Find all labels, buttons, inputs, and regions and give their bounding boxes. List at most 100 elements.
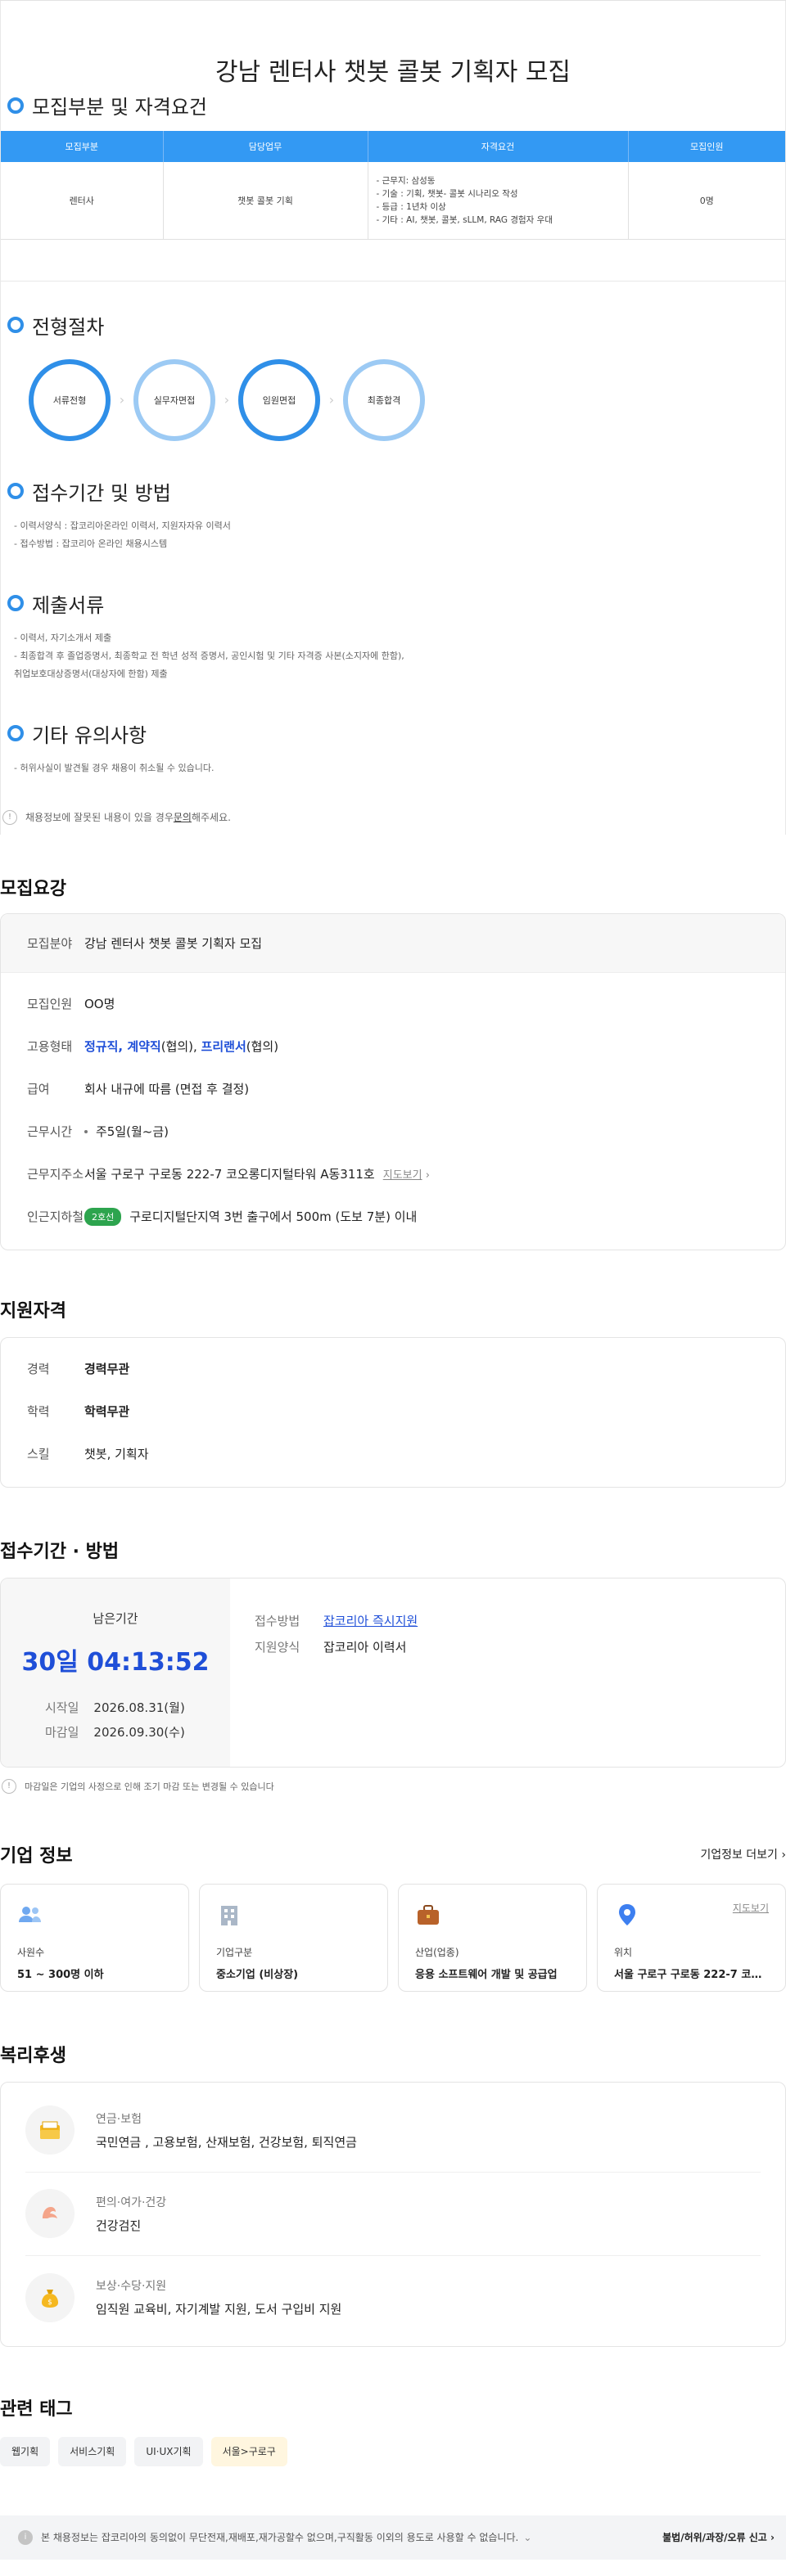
- form-value: 잡코리아 이력서: [323, 1639, 407, 1655]
- chevron-right-icon: ›: [781, 1848, 786, 1862]
- table-header: 담당업무: [163, 131, 368, 162]
- section-apply-heading: 접수기간 및 방법: [1, 477, 785, 506]
- card-label: 기업구분: [216, 1946, 253, 1958]
- card-value: 중소기업 (비상장): [216, 1968, 299, 1981]
- copyright-text: 본 채용정보는 잡코리아의 동의없이 무단전재,재배포,재가공할수 없으며,구직…: [41, 2532, 519, 2543]
- company-heading: 기업 정보: [0, 1845, 73, 1867]
- section-ring-icon: [7, 317, 24, 333]
- qualifications-heading: 지원자격: [0, 1300, 66, 1322]
- section-ring-icon: [7, 483, 24, 499]
- apply-method-panel: 접수방법 잡코리아 즉시지원 지원양식 잡코리아 이력서: [230, 1578, 418, 1767]
- chevron-right-icon: ›: [328, 392, 335, 408]
- employment-note: (협의): [246, 1039, 279, 1054]
- map-link[interactable]: 지도보기 ›: [383, 1166, 430, 1182]
- company-card-location: 지도보기 위치 서울 구로구 구로동 222-7 코오롱디지털타워: [597, 1883, 786, 1992]
- benefit-desc: 건강검진: [96, 2218, 142, 2233]
- benefit-title: 보상·수당·지원: [96, 2280, 167, 2293]
- process-step: 최종합격: [343, 358, 425, 441]
- tag-chip[interactable]: 웹기획: [0, 2436, 51, 2466]
- address-value: 서울 구로구 구로동 222-7 코오롱디지털타워 A동311호: [84, 1167, 375, 1182]
- tag-chip[interactable]: 서비스기획: [58, 2436, 127, 2466]
- row-value: 회사 내규에 따름 (면접 후 결정): [84, 1082, 250, 1097]
- copyright-notice[interactable]: i 본 채용정보는 잡코리아의 동의없이 무단전재,재배포,재가공할수 없으며,…: [18, 2529, 531, 2545]
- section-recruit-heading: 모집부분 및 자격요건: [1, 91, 785, 119]
- section-docs-title: 제출서류: [32, 593, 105, 617]
- section-ring-icon: [7, 97, 24, 114]
- row-label: 경력: [27, 1362, 50, 1376]
- row-label: 고용형태: [27, 1039, 73, 1054]
- remaining-time-panel: 남은기간 30일 04:13:52 시작일 2026.08.31(월) 마감일 20…: [1, 1578, 230, 1767]
- summary-hours-row: 근무시간 주5일(월~금): [1, 1110, 785, 1153]
- row-label: 근무시간: [27, 1124, 73, 1139]
- subway-line-badge: 2호선: [84, 1207, 122, 1226]
- row-label: 학력: [27, 1404, 50, 1419]
- row-value: OO명: [84, 997, 115, 1011]
- people-icon: [17, 1903, 172, 1930]
- bullet-line: - 이력서, 자기소개서 제출: [14, 632, 112, 643]
- table-cell-qualifications: - 근무지: 삼성동 - 기술 : 기획, 챗봇- 콜봇 시나리오 작성 - 등…: [368, 162, 629, 240]
- tag-chip[interactable]: 서울>구로구: [210, 2436, 287, 2466]
- row-value: 학력무관: [84, 1404, 130, 1419]
- card-label: 위치: [614, 1946, 633, 1958]
- report-notice: ! 채용정보에 잘못된 내용이 있을 경우 문의 해주세요.: [1, 809, 785, 825]
- company-more-link[interactable]: 기업정보 더보기 ›: [700, 1846, 786, 1862]
- countdown-timer: 30일 04:13:52: [21, 1647, 210, 1677]
- briefcase-icon: [415, 1903, 570, 1930]
- tag-list: 웹기획 서비스기획 UI·UX기획 서울>구로구: [0, 2436, 786, 2466]
- building-icon: [216, 1903, 371, 1930]
- bullet-line: 취업보호대상증명서(대상자에 한함) 제출: [14, 668, 168, 679]
- qualification-career-row: 경력 경력무관: [1, 1348, 785, 1390]
- footer-notice-bar: i 본 채용정보는 잡코리아의 동의없이 무단전재,재배포,재가공할수 없으며,…: [0, 2515, 786, 2560]
- row-label: 모집분야: [27, 935, 73, 951]
- table-header: 자격요건: [368, 131, 629, 162]
- card-value: 서울 구로구 구로동 222-7 코오롱디지털타워: [614, 1968, 769, 1981]
- summary-employment-row: 고용형태 정규직 , 계약직 (협의), 프리랜서 (협의): [1, 1025, 785, 1068]
- employment-type: 정규직: [84, 1039, 119, 1054]
- report-link[interactable]: 불법/허위/과장/오류 신고 ›: [662, 2530, 775, 2544]
- company-card-industry: 산업(업종) 응용 소프트웨어 개발 및 공급업: [398, 1883, 587, 1992]
- period-dates: 시작일 2026.08.31(월) 마감일 2026.09.30(수): [1, 1696, 230, 1745]
- bullet-line: - 이력서양식 : 잡코리아온라인 이력서, 지원자자유 이력서: [14, 520, 231, 531]
- form-label: 지원양식: [255, 1639, 300, 1655]
- quick-apply-link[interactable]: 잡코리아 즉시지원: [323, 1614, 418, 1628]
- process-step: 서류전형: [29, 358, 111, 441]
- employment-type: 프리랜서: [201, 1039, 246, 1054]
- apply-bullets: - 이력서양식 : 잡코리아온라인 이력서, 지원자자유 이력서 - 접수방법 …: [1, 517, 785, 553]
- table-header: 모집인원: [628, 131, 785, 162]
- table-row: 렌터사 챗봇 콜봇 기획 - 근무지: 삼성동 - 기술 : 기획, 챗봇- 콜…: [1, 162, 785, 240]
- info-icon: !: [2, 809, 17, 825]
- bullet-dot: [84, 1129, 88, 1133]
- process-step: 임원면접: [238, 358, 320, 441]
- notice-text: 해주세요.: [191, 812, 231, 823]
- inquiry-link[interactable]: 문의: [174, 810, 192, 824]
- tag-chip[interactable]: UI·UX기획: [134, 2436, 203, 2466]
- company-map-link[interactable]: 지도보기: [733, 1901, 769, 1915]
- subway-value: 구로디지털단지역 3번 출구에서 500m (도보 7분) 이내: [129, 1209, 418, 1224]
- card-value: 응용 소프트웨어 개발 및 공급업: [415, 1968, 558, 1981]
- chevron-right-icon: ›: [224, 392, 230, 408]
- bullet-line: - 허위사실이 발견될 경우 채용이 취소될 수 있습니다.: [14, 762, 215, 773]
- benefit-desc: 국민연금 , 고용보험, 산재보험, 건강보험, 퇴직연금: [96, 2134, 357, 2150]
- svg-text:$: $: [47, 2299, 52, 2307]
- row-label: 근무지주소: [27, 1167, 84, 1182]
- company-header: 기업 정보 기업정보 더보기 ›: [0, 1841, 786, 1867]
- benefit-title: 편의·여가·건강: [96, 2195, 167, 2209]
- info-icon: i: [18, 2529, 33, 2545]
- row-value: 강남 렌터사 챗봇 콜봇 기획자 모집: [84, 935, 263, 951]
- qualification-line: - 등급 : 1년차 이상: [376, 201, 446, 212]
- section-ring-icon: [7, 725, 24, 741]
- chevron-right-icon: ›: [119, 392, 125, 408]
- employment-type: 계약직: [127, 1039, 161, 1054]
- section-recruit-title: 모집부분 및 자격요건: [32, 96, 207, 119]
- card-label: 산업(업종): [415, 1946, 459, 1958]
- benefit-item: $ 보상·수당·지원 임직원 교육비, 자기계발 지원, 도서 구입비 지원: [25, 2256, 761, 2340]
- etc-bullets: - 허위사실이 발견될 경우 채용이 취소될 수 있습니다.: [1, 759, 785, 777]
- period-heading: 접수기간 · 방법: [0, 1541, 120, 1562]
- benefits-heading: 복리후생: [0, 2045, 66, 2066]
- notice-text: 채용정보에 잘못된 내용이 있을 경우: [25, 812, 174, 823]
- posting-title: 강남 렌터사 챗봇 콜봇 기획자 모집: [215, 58, 571, 87]
- bullet-line: - 최종합격 후 졸업증명서, 최종학교 전 학년 성적 증명서, 공인시험 및…: [14, 650, 404, 661]
- process-step: 실무자면접: [133, 358, 215, 441]
- summary-salary-row: 급여 회사 내규에 따름 (면접 후 결정): [1, 1068, 785, 1110]
- row-label: 급여: [27, 1082, 50, 1097]
